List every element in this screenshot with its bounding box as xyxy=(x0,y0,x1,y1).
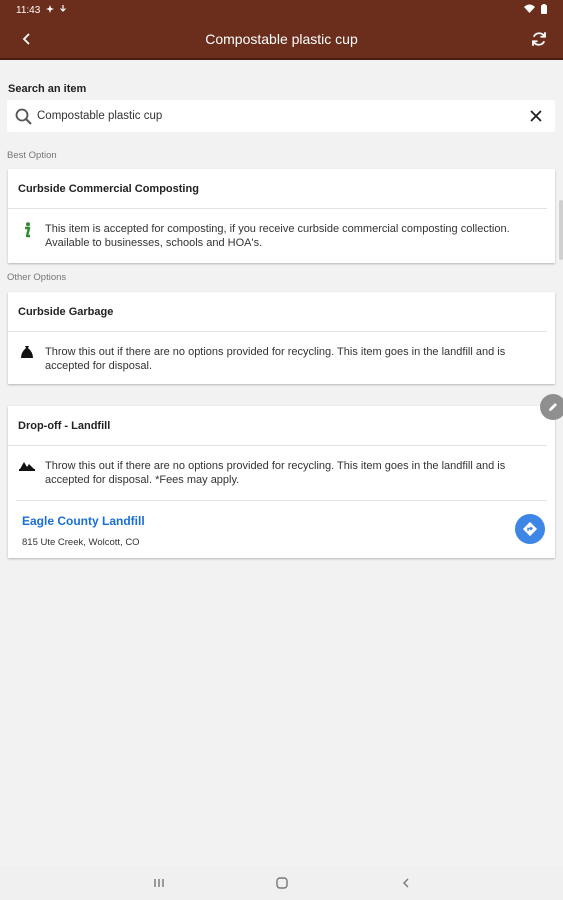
card-title: Curbside Commercial Composting xyxy=(8,169,547,209)
location-item[interactable]: Eagle County Landfill 815 Ute Creek, Wol… xyxy=(16,500,547,558)
landfill-icon xyxy=(18,459,36,471)
notification-icon xyxy=(46,4,55,16)
location-address: 815 Ute Creek, Wolcott, CO xyxy=(22,537,140,548)
back-icon[interactable] xyxy=(16,28,38,50)
status-time: 11:43 xyxy=(16,4,41,16)
recent-apps-icon[interactable] xyxy=(150,874,168,892)
info-icon xyxy=(18,222,36,238)
search-input[interactable] xyxy=(37,110,525,122)
search-label: Search an item xyxy=(8,83,87,95)
best-option-label: Best Option xyxy=(7,150,57,161)
other-options-label: Other Options xyxy=(7,272,67,283)
search-box xyxy=(7,100,555,132)
status-bar: 11:43 xyxy=(0,0,563,20)
directions-icon[interactable] xyxy=(515,514,545,544)
edit-icon[interactable] xyxy=(540,394,563,420)
location-name-link[interactable]: Eagle County Landfill xyxy=(22,514,145,528)
refresh-icon[interactable] xyxy=(527,27,551,51)
system-nav-bar xyxy=(0,866,563,900)
app-bar: Compostable plastic cup xyxy=(0,20,563,60)
scroll-handle[interactable] xyxy=(559,200,563,260)
card-description: Throw this out if there are no options p… xyxy=(45,346,506,372)
best-option-card[interactable]: Curbside Commercial Composting This item… xyxy=(8,169,555,263)
option-card-curbside-garbage[interactable]: Curbside Garbage Throw this out if there… xyxy=(8,292,555,384)
card-title: Drop-off - Landfill xyxy=(8,406,547,446)
battery-icon xyxy=(541,3,547,17)
home-icon[interactable] xyxy=(273,874,291,892)
download-icon xyxy=(60,4,67,16)
wifi-icon xyxy=(524,4,535,16)
clear-icon[interactable] xyxy=(525,105,547,127)
system-back-icon[interactable] xyxy=(397,874,415,892)
card-title: Curbside Garbage xyxy=(8,292,547,332)
page-title: Compostable plastic cup xyxy=(205,31,358,47)
search-icon xyxy=(13,106,33,126)
card-description: Throw this out if there are no options p… xyxy=(45,460,506,486)
card-description: This item is accepted for composting, if… xyxy=(45,223,510,249)
option-card-landfill[interactable]: Drop-off - Landfill Throw this out if th… xyxy=(8,406,555,558)
garbage-bag-icon xyxy=(18,345,36,359)
